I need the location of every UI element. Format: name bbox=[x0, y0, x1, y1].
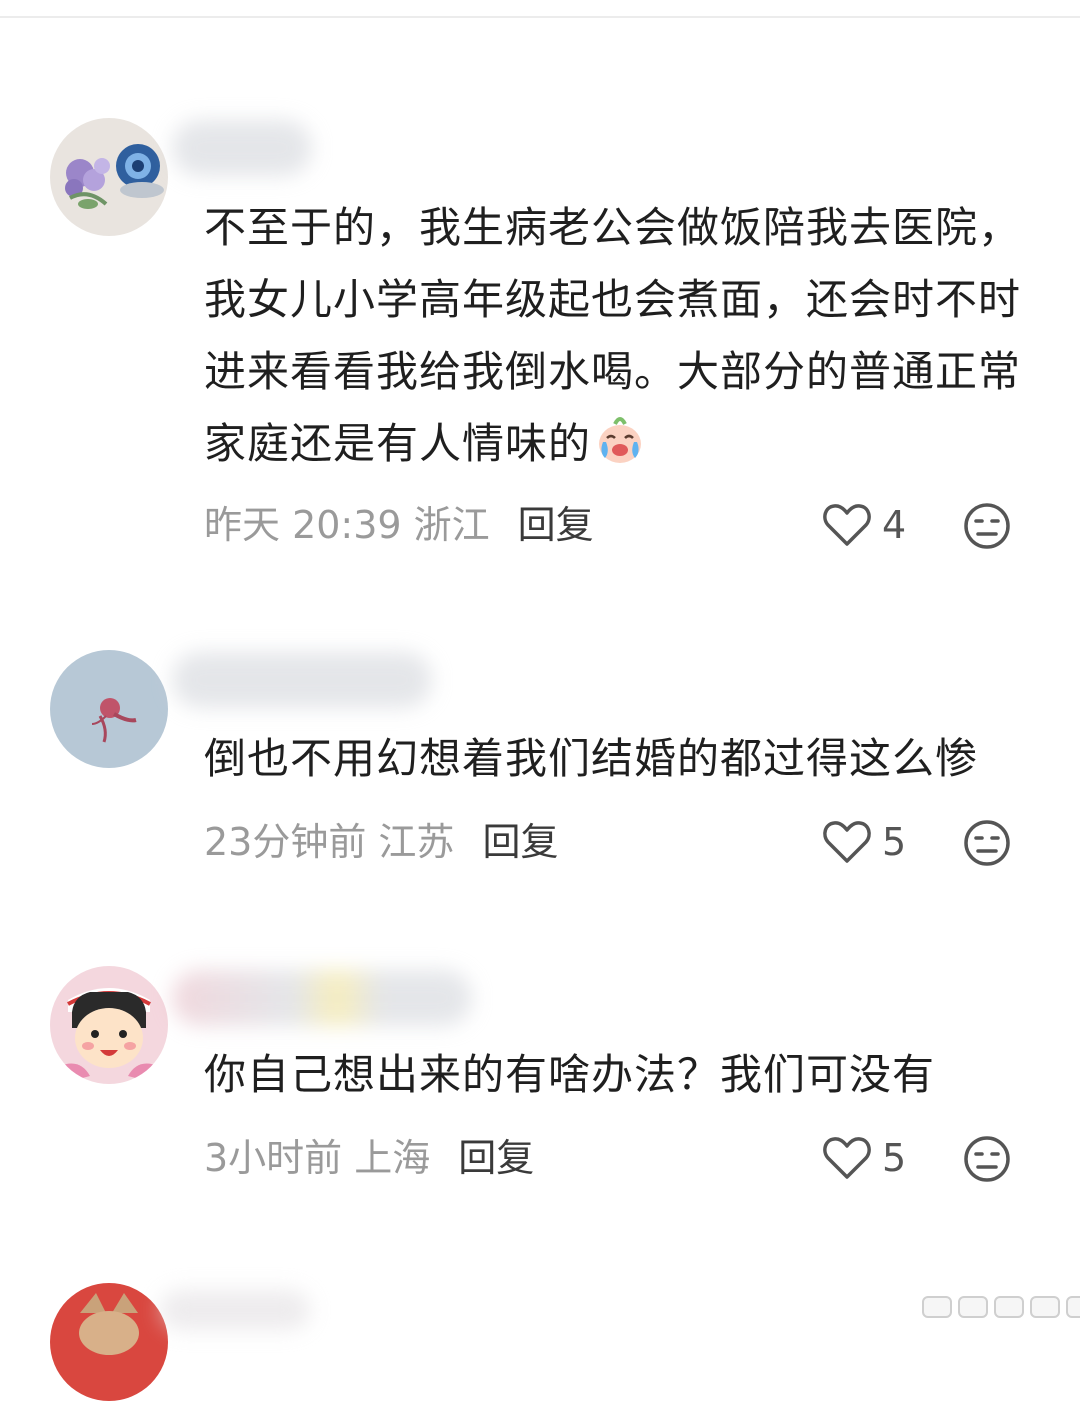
comment-meta: 23分钟前 江苏 回复 bbox=[204, 812, 558, 872]
comment-meta: 昨天 20:39 浙江 回复 bbox=[204, 495, 594, 555]
like-count: 5 bbox=[882, 1136, 907, 1180]
neutral-face-icon bbox=[964, 820, 1010, 866]
username-blurred[interactable] bbox=[172, 652, 432, 708]
like-button[interactable]: 4 bbox=[822, 495, 906, 555]
comment-meta: 3小时前 上海 回复 bbox=[204, 1128, 534, 1188]
comment-time-location: 昨天 20:39 浙江 bbox=[204, 503, 490, 547]
reply-button[interactable]: 回复 bbox=[482, 820, 558, 864]
avatar[interactable] bbox=[50, 966, 168, 1084]
reply-button[interactable]: 回复 bbox=[518, 503, 594, 547]
avatar[interactable] bbox=[50, 118, 168, 236]
top-divider bbox=[0, 16, 1080, 18]
heart-outline-icon bbox=[823, 504, 871, 546]
comment-text: 你自己想出来的有啥办法？我们可没有 bbox=[204, 1050, 936, 1099]
comment-text: 不至于的，我生病老公会做饭陪我去医院，我女儿小学高年级起也会煮面，还会时不时进来… bbox=[204, 203, 1022, 468]
dislike-button[interactable] bbox=[962, 501, 1012, 551]
crying-face-emoji-icon bbox=[599, 417, 642, 463]
neutral-face-icon bbox=[964, 503, 1010, 549]
reply-button[interactable]: 回复 bbox=[458, 1136, 534, 1180]
comment-time-location: 3小时前 上海 bbox=[204, 1136, 431, 1180]
like-count: 4 bbox=[882, 503, 907, 547]
heart-outline-icon bbox=[823, 1137, 871, 1179]
username-blurred[interactable] bbox=[172, 970, 472, 1026]
username-blurred[interactable] bbox=[160, 1290, 310, 1330]
avatar[interactable] bbox=[50, 650, 168, 768]
like-button[interactable]: 5 bbox=[822, 1128, 906, 1188]
comment-text: 倒也不用幻想着我们结婚的都过得这么惨 bbox=[204, 734, 979, 783]
heart-outline-icon bbox=[823, 821, 871, 863]
username-blurred[interactable] bbox=[172, 120, 312, 176]
watermark-logo bbox=[922, 1296, 1080, 1318]
neutral-face-icon bbox=[964, 1136, 1010, 1182]
dislike-button[interactable] bbox=[962, 1134, 1012, 1184]
avatar[interactable] bbox=[50, 1283, 168, 1401]
like-button[interactable]: 5 bbox=[822, 812, 906, 872]
comment-time-location: 23分钟前 江苏 bbox=[204, 820, 455, 864]
dislike-button[interactable] bbox=[962, 818, 1012, 868]
like-count: 5 bbox=[882, 820, 907, 864]
